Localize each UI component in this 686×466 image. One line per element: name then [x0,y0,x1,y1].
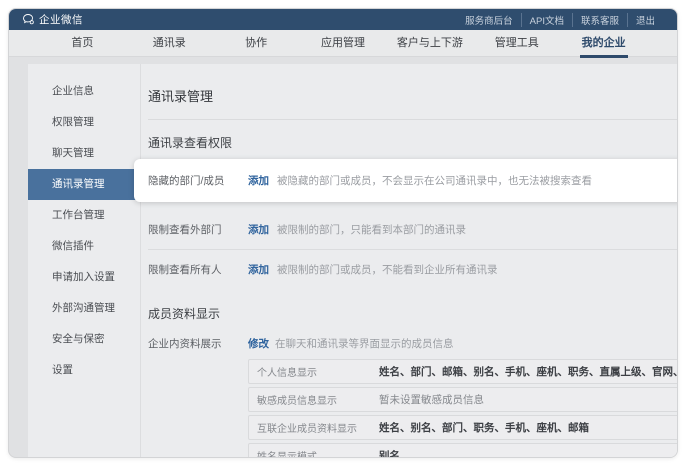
table-row-sensitive-info: 敏感成员信息显示 暂未设置敏感成员信息 [248,387,677,412]
table-row-name-display-mode: 姓名显示模式 别名 [248,443,677,457]
topbar-link-logout[interactable]: 退出 [626,12,663,27]
row-label: 限制查看所有人 [148,264,222,276]
topbar: 企业微信 服务商后台 API文档 联系客服 退出 [9,9,677,30]
sidebar-item-join-settings[interactable]: 申请加入设置 [28,262,140,293]
tab-home[interactable]: 首页 [39,30,126,56]
row-label: 限制查看外部门 [148,224,222,236]
row-label: 企业内资料展示 [148,338,222,350]
page-body: 企业信息 权限管理 聊天管理 通讯录管理 工作台管理 微信插件 申请加入设置 外… [9,57,677,457]
sidebar-item-external-comm[interactable]: 外部沟通管理 [28,293,140,324]
section-title-view-permission: 通讯录查看权限 [148,136,233,150]
tab-admin-tools[interactable]: 管理工具 [473,30,560,56]
row-description: 被隐藏的部门或成员，不会显示在公司通讯录中，也无法被搜索查看 [277,175,592,187]
row-description: 在聊天和通讯录等界面显示的成员信息 [275,338,454,350]
topbar-link-provider[interactable]: 服务商后台 [457,13,521,27]
sidebar-item-settings[interactable]: 设置 [28,355,140,386]
cell-label: 互联企业成员资料显示 [257,424,357,435]
main-content: 通讯录管理 通讯录查看权限 隐藏的部门/成员 添加 被隐藏的部门或成员，不会显示… [134,64,677,457]
table-row-personal-info: 个人信息显示 姓名、部门、邮箱、别名、手机、座机、职务、直属上级、官网、测... [248,359,677,384]
add-link[interactable]: 添加 [248,222,269,237]
modify-link[interactable]: 修改 [248,336,269,351]
row-hidden-departments: 隐藏的部门/成员 添加 被隐藏的部门或成员，不会显示在公司通讯录中，也无法被搜索… [134,159,677,202]
row-description: 被限制的部门或成员，不能看到企业所有通讯录 [277,264,498,276]
app-window: 企业微信 服务商后台 API文档 联系客服 退出 首页 通讯录 协作 应用管理 … [8,8,678,458]
page-title: 通讯录管理 [148,89,214,104]
cell-label: 姓名显示模式 [257,448,379,457]
brand[interactable]: 企业微信 [23,12,83,27]
tab-contacts[interactable]: 通讯录 [126,30,213,56]
sidebar-item-wechat-plugin[interactable]: 微信插件 [28,231,140,262]
sidebar-item-workbench[interactable]: 工作台管理 [28,200,140,231]
cell-value: 别名 [379,450,400,457]
tab-customers[interactable]: 客户与上下游 [386,30,473,56]
tab-my-enterprise[interactable]: 我的企业 [560,30,647,58]
sidebar-item-company-info[interactable]: 企业信息 [28,76,140,107]
cell-value: 暂未设置敏感成员信息 [379,394,484,406]
topbar-link-support[interactable]: 联系客服 [571,12,627,27]
row-restrict-everyone: 限制查看所有人 添加 被限制的部门或成员，不能看到企业所有通讯录 [148,252,677,287]
wecom-logo-icon [23,14,35,25]
divider [148,249,677,250]
add-link[interactable]: 添加 [248,262,269,277]
nav-tabbar: 首页 通讯录 协作 应用管理 客户与上下游 管理工具 我的企业 [9,30,677,58]
row-description: 被限制的部门，只能看到本部门的通讯录 [277,224,466,236]
cell-label: 个人信息显示 [257,368,317,379]
cell-label: 敏感成员信息显示 [257,396,337,407]
sidebar-item-contacts-management[interactable]: 通讯录管理 [28,169,140,200]
topbar-link-api-docs[interactable]: API文档 [520,12,572,27]
sidebar-item-permission[interactable]: 权限管理 [28,107,140,138]
cell-value: 姓名、部门、邮箱、别名、手机、座机、职务、直属上级、官网、测... [379,366,677,378]
sidebar-item-chat-management[interactable]: 聊天管理 [28,138,140,169]
brand-label: 企业微信 [39,14,83,26]
sidebar: 企业信息 权限管理 聊天管理 通讯录管理 工作台管理 微信插件 申请加入设置 外… [28,64,141,457]
table-row-linked-enterprise: 互联企业成员资料显示 姓名、别名、部门、职务、手机、座机、邮箱 [248,415,677,440]
tab-collaboration[interactable]: 协作 [213,30,300,56]
section-title-member-profile: 成员资料显示 [148,307,221,321]
member-info-table: 个人信息显示 姓名、部门、邮箱、别名、手机、座机、职务、直属上级、官网、测...… [248,359,677,457]
topbar-links: 服务商后台 API文档 联系客服 退出 [457,12,663,27]
sidebar-item-security[interactable]: 安全与保密 [28,324,140,355]
add-link[interactable]: 添加 [248,173,269,188]
row-internal-profile: 企业内资料展示 修改 在聊天和通讯录等界面显示的成员信息 [148,330,677,359]
tab-app-management[interactable]: 应用管理 [300,30,387,56]
row-label: 隐藏的部门/成员 [148,175,225,187]
cell-value: 姓名、别名、部门、职务、手机、座机、邮箱 [379,422,589,434]
row-restrict-other-departments: 限制查看外部门 添加 被限制的部门，只能看到本部门的通讯录 [148,212,677,247]
